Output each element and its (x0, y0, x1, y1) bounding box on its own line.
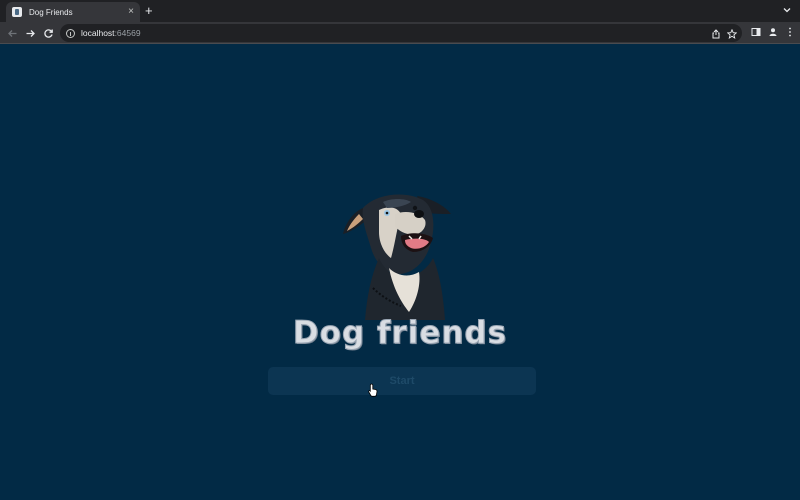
favicon-icon (12, 7, 22, 17)
tab-title: Dog Friends (29, 7, 73, 17)
page-title: Dog friends (292, 315, 508, 352)
url-host: localhost (81, 28, 115, 38)
browser-toolbar: localhost :64569 (0, 22, 800, 44)
back-button[interactable] (5, 26, 19, 40)
tab-close-icon[interactable]: × (128, 7, 134, 17)
arrow-right-icon (26, 29, 35, 37)
address-bar[interactable]: localhost :64569 (60, 24, 742, 42)
tab-strip: Dog Friends × + (0, 0, 800, 22)
kebab-menu-icon[interactable] (784, 26, 796, 38)
pointer-cursor-icon (368, 383, 378, 397)
page-content: Dog friends Start (0, 45, 800, 500)
chevron-down-icon[interactable] (782, 5, 792, 15)
profile-icon[interactable] (767, 26, 779, 38)
side-panel-icon[interactable] (750, 26, 762, 38)
arrow-left-icon (7, 29, 16, 37)
reload-icon (43, 28, 53, 38)
forward-button[interactable] (23, 26, 37, 40)
dog-image (343, 194, 451, 320)
start-button[interactable]: Start (268, 367, 536, 395)
share-icon[interactable] (710, 28, 722, 40)
url-port: :64569 (114, 28, 141, 38)
start-button-label: Start (389, 375, 415, 387)
reload-button[interactable] (41, 26, 55, 40)
browser-tab[interactable]: Dog Friends × (6, 2, 140, 22)
new-tab-button[interactable]: + (145, 4, 153, 18)
bookmark-star-icon[interactable] (726, 28, 738, 40)
site-info-icon[interactable] (66, 28, 75, 38)
